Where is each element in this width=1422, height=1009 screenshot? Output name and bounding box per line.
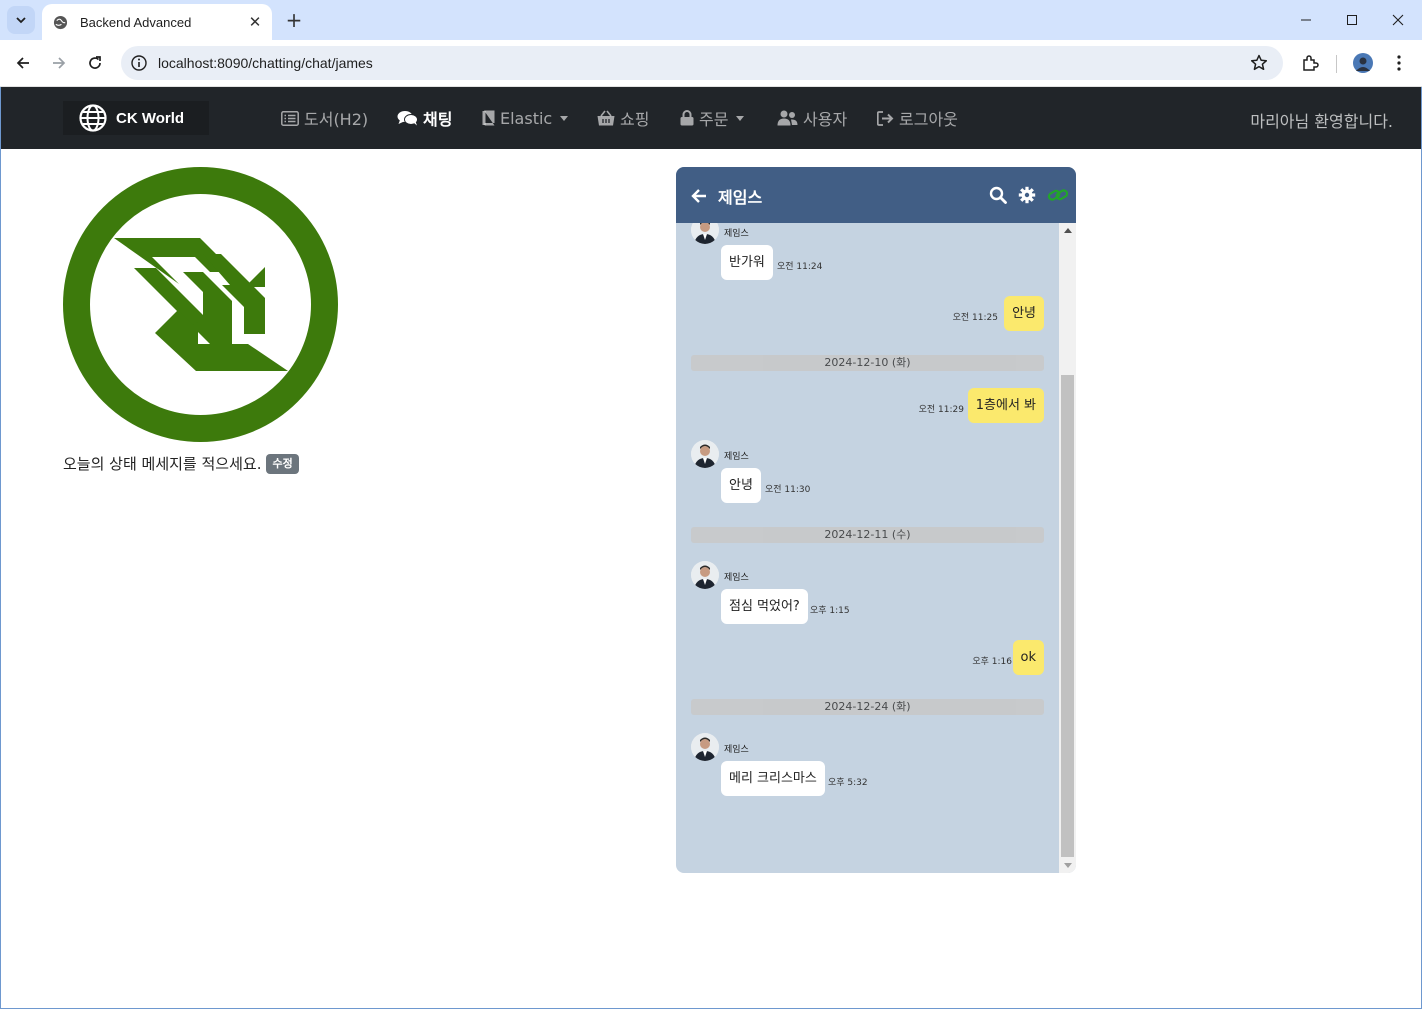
date-separator: 2024-12-11 (수) bbox=[691, 527, 1044, 543]
profile-logo-image bbox=[63, 167, 338, 442]
tab-close-icon[interactable]: ✕ bbox=[246, 13, 264, 31]
chat-window: 제임스 제임스 반가워 오전 11:24 오전 11:25 안녕 2024-12… bbox=[676, 167, 1076, 873]
chat-title: 제임스 bbox=[718, 188, 763, 207]
message-time: 오전 11:24 bbox=[777, 262, 823, 272]
caret-down-icon bbox=[560, 115, 569, 121]
back-arrow-icon[interactable] bbox=[690, 187, 708, 205]
url-text[interactable]: localhost:8090/chatting/chat/james bbox=[158, 55, 373, 71]
globe-favicon-icon bbox=[52, 14, 68, 30]
tab-search-button[interactable] bbox=[7, 6, 35, 34]
site-navbar: CK World 도서(H2) 채팅 Elastic 쇼핑 주문 사용자 로그아… bbox=[1, 87, 1421, 149]
browser-tab-strip: Backend Advanced ✕ + bbox=[0, 0, 1422, 40]
chevron-down-icon bbox=[16, 17, 26, 24]
reload-icon[interactable] bbox=[82, 50, 108, 76]
message-time: 오전 11:25 bbox=[952, 313, 998, 323]
nav-item-elastic[interactable]: Elastic bbox=[482, 106, 569, 130]
message-bubble: 점심 먹었어? bbox=[721, 589, 808, 624]
close-window-icon[interactable] bbox=[1383, 6, 1413, 34]
forward-icon[interactable] bbox=[46, 50, 72, 76]
message-bubble: 반가워 bbox=[721, 245, 773, 280]
caret-down-icon bbox=[736, 115, 745, 121]
chat-header: 제임스 bbox=[676, 167, 1076, 223]
message-bubble-mine: 안녕 bbox=[1004, 296, 1044, 331]
lock-icon bbox=[680, 110, 694, 126]
basket-icon bbox=[597, 110, 615, 126]
welcome-message: 마리아님 환영합니다. bbox=[1250, 112, 1393, 131]
back-icon[interactable] bbox=[10, 50, 36, 76]
profile-avatar[interactable] bbox=[1350, 50, 1376, 76]
message-bubble-mine: ok bbox=[1012, 640, 1044, 675]
avatar[interactable] bbox=[691, 440, 719, 468]
message-time: 오전 11:29 bbox=[918, 405, 964, 415]
bookmark-star-icon[interactable] bbox=[1249, 53, 1269, 73]
nav-item-books[interactable]: 도서(H2) bbox=[281, 106, 368, 130]
link-connected-icon[interactable] bbox=[1047, 186, 1069, 204]
sender-name: 제임스 bbox=[724, 573, 749, 583]
maximize-icon[interactable] bbox=[1337, 6, 1367, 34]
scrollbar-thumb[interactable] bbox=[1061, 375, 1074, 857]
address-bar[interactable]: localhost:8090/chatting/chat/james bbox=[121, 46, 1283, 80]
search-icon[interactable] bbox=[989, 186, 1007, 204]
new-tab-button[interactable]: + bbox=[282, 8, 306, 32]
tab-title: Backend Advanced bbox=[80, 14, 192, 30]
gear-icon[interactable] bbox=[1018, 186, 1036, 204]
nav-item-logout[interactable]: 로그아웃 bbox=[877, 106, 958, 130]
date-separator: 2024-12-24 (화) bbox=[691, 699, 1044, 715]
date-separator: 2024-12-10 (화) bbox=[691, 355, 1044, 371]
nav-item-orders[interactable]: 주문 bbox=[680, 106, 745, 130]
sender-name: 제임스 bbox=[724, 452, 749, 462]
status-message-row: 오늘의 상태 메세지를 적으세요. 수정 bbox=[63, 453, 299, 474]
sender-name: 제임스 bbox=[724, 229, 749, 239]
avatar[interactable] bbox=[691, 223, 719, 244]
toolbar-divider bbox=[1336, 55, 1337, 73]
message-bubble-mine: 1층에서 봐 bbox=[967, 388, 1044, 423]
browser-toolbar: localhost:8090/chatting/chat/james bbox=[0, 40, 1422, 87]
sign-out-icon bbox=[877, 110, 894, 126]
nav-item-users[interactable]: 사용자 bbox=[777, 106, 847, 130]
scroll-down-arrow-icon[interactable] bbox=[1064, 863, 1072, 868]
edit-status-button[interactable]: 수정 bbox=[266, 453, 299, 474]
book-icon bbox=[482, 110, 495, 126]
site-info-icon[interactable] bbox=[130, 54, 148, 72]
message-list[interactable]: 제임스 반가워 오전 11:24 오전 11:25 안녕 2024-12-10 … bbox=[676, 223, 1060, 873]
browser-menu-icon[interactable] bbox=[1386, 50, 1412, 76]
brand-name: CK World bbox=[116, 109, 185, 127]
sender-name: 제임스 bbox=[724, 745, 749, 755]
status-message: 오늘의 상태 메세지를 적으세요. bbox=[63, 455, 262, 473]
message-scrollbar[interactable] bbox=[1059, 223, 1076, 873]
nav-item-chat[interactable]: 채팅 bbox=[397, 106, 452, 130]
brand-link[interactable]: CK World bbox=[63, 101, 209, 135]
message-time: 오전 11:30 bbox=[765, 485, 811, 495]
message-bubble: 안녕 bbox=[721, 468, 761, 503]
scroll-up-arrow-icon[interactable] bbox=[1064, 228, 1072, 233]
users-icon bbox=[777, 110, 798, 126]
list-icon bbox=[281, 110, 299, 126]
comments-icon bbox=[397, 111, 418, 126]
avatar[interactable] bbox=[691, 733, 719, 761]
message-time: 오후 1:16 bbox=[972, 657, 1012, 667]
message-time: 오후 5:32 bbox=[828, 778, 868, 788]
message-time: 오후 1:15 bbox=[810, 606, 850, 616]
minimize-icon[interactable] bbox=[1291, 6, 1321, 34]
browser-tab[interactable]: Backend Advanced ✕ bbox=[42, 4, 272, 40]
avatar[interactable] bbox=[691, 561, 719, 589]
globe-logo-icon bbox=[79, 104, 107, 132]
message-bubble: 메리 크리스마스 bbox=[721, 761, 825, 796]
window-border-left bbox=[0, 87, 1, 1009]
nav-item-shopping[interactable]: 쇼핑 bbox=[597, 106, 649, 130]
extensions-icon[interactable] bbox=[1297, 50, 1323, 76]
